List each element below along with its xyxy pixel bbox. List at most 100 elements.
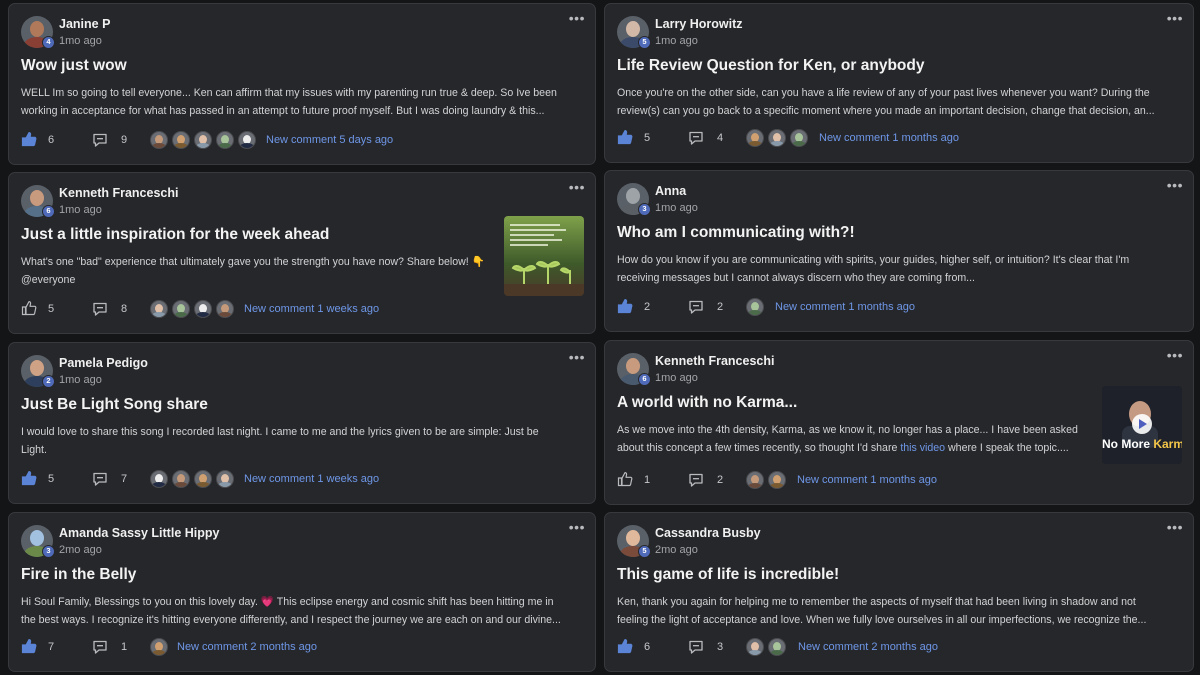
thumbs-up-icon[interactable]: [617, 471, 633, 487]
commenter-avatar[interactable]: [746, 298, 764, 316]
commenter-avatars[interactable]: [150, 300, 234, 320]
author-name[interactable]: Amanda Sassy Little Hippy: [59, 526, 219, 540]
thumbs-up-icon[interactable]: [21, 131, 37, 147]
commenter-avatar[interactable]: [768, 638, 786, 656]
commenter-avatars[interactable]: [746, 129, 808, 149]
commenter-avatar[interactable]: [150, 638, 168, 656]
commenter-avatars[interactable]: [150, 638, 168, 658]
new-comment-link[interactable]: New comment 2 months ago: [798, 641, 938, 653]
commenter-avatar[interactable]: [172, 470, 190, 488]
commenter-avatar[interactable]: [768, 471, 786, 489]
commenter-avatar[interactable]: [746, 638, 764, 656]
more-options-icon[interactable]: •••: [1167, 10, 1183, 26]
author-avatar[interactable]: 3: [617, 183, 651, 216]
commenter-avatar[interactable]: [746, 129, 764, 147]
post-card[interactable]: 3 Anna 1mo ago ••• Who am I communicating wi…: [604, 170, 1194, 332]
author-avatar[interactable]: 6: [617, 353, 651, 386]
post-title[interactable]: Life Review Question for Ken, or anybody: [617, 57, 924, 75]
commenter-avatars[interactable]: [150, 131, 256, 151]
commenter-avatar[interactable]: [768, 129, 786, 147]
thumbs-up-icon[interactable]: [21, 470, 37, 486]
commenter-avatar[interactable]: [746, 471, 764, 489]
author-avatar[interactable]: 5: [617, 525, 651, 558]
commenter-avatar[interactable]: [172, 131, 190, 149]
post-title[interactable]: A world with no Karma...: [617, 394, 797, 412]
comment-bubble-icon[interactable]: [688, 299, 704, 315]
author-name[interactable]: Cassandra Busby: [655, 526, 761, 540]
author-avatar[interactable]: 4: [21, 16, 55, 49]
commenter-avatar[interactable]: [172, 300, 190, 318]
thumbs-up-icon[interactable]: [617, 129, 633, 145]
new-comment-link[interactable]: New comment 1 months ago: [775, 301, 915, 313]
video-link[interactable]: this video: [900, 442, 945, 454]
author-avatar[interactable]: 2: [21, 355, 55, 388]
commenter-avatar[interactable]: [194, 470, 212, 488]
author-avatar[interactable]: 6: [21, 185, 55, 218]
more-options-icon[interactable]: •••: [569, 519, 585, 535]
post-title[interactable]: Fire in the Belly: [21, 566, 136, 584]
commenter-avatar[interactable]: [194, 131, 212, 149]
new-comment-link[interactable]: New comment 2 months ago: [177, 641, 317, 653]
more-options-icon[interactable]: •••: [569, 349, 585, 365]
video-thumbnail[interactable]: No More Karma?: [1102, 386, 1182, 464]
commenter-avatar[interactable]: [238, 131, 256, 149]
commenter-avatar[interactable]: [150, 131, 168, 149]
commenter-avatar[interactable]: [194, 300, 212, 318]
commenter-avatar[interactable]: [790, 129, 808, 147]
comment-bubble-icon[interactable]: [92, 471, 108, 487]
post-title[interactable]: Who am I communicating with?!: [617, 224, 855, 242]
new-comment-link[interactable]: New comment 1 weeks ago: [244, 473, 379, 485]
commenter-avatar[interactable]: [150, 470, 168, 488]
new-comment-link[interactable]: New comment 5 days ago: [266, 134, 393, 146]
more-options-icon[interactable]: •••: [1167, 519, 1183, 535]
post-card[interactable]: 6 Kenneth Franceschi 1mo ago ••• A world wit…: [604, 340, 1194, 505]
comment-bubble-icon[interactable]: [688, 472, 704, 488]
commenter-avatars[interactable]: [746, 471, 786, 491]
comment-bubble-icon[interactable]: [688, 639, 704, 655]
more-options-icon[interactable]: •••: [1167, 177, 1183, 193]
more-options-icon[interactable]: •••: [569, 10, 585, 26]
post-title[interactable]: This game of life is incredible!: [617, 566, 839, 584]
post-card[interactable]: 4 Janine P 1mo ago ••• Wow just wow WELL Im s…: [8, 3, 596, 165]
author-name[interactable]: Kenneth Franceschi: [59, 186, 178, 200]
author-name[interactable]: Pamela Pedigo: [59, 356, 148, 370]
author-avatar[interactable]: 3: [21, 525, 55, 558]
seedlings-image[interactable]: [504, 216, 584, 296]
author-name[interactable]: Larry Horowitz: [655, 17, 743, 31]
thumbs-up-icon[interactable]: [617, 638, 633, 654]
commenter-avatar[interactable]: [216, 470, 234, 488]
author-name[interactable]: Kenneth Franceschi: [655, 354, 774, 368]
post-title[interactable]: Just Be Light Song share: [21, 396, 208, 414]
author-name[interactable]: Anna: [655, 184, 686, 198]
author-name[interactable]: Janine P: [59, 17, 110, 31]
more-options-icon[interactable]: •••: [569, 179, 585, 195]
post-card[interactable]: 5 Larry Horowitz 1mo ago ••• Life Review Que…: [604, 3, 1194, 163]
post-excerpt: Ken, thank you again for helping me to r…: [617, 596, 1147, 626]
more-options-icon[interactable]: •••: [1167, 347, 1183, 363]
post-card[interactable]: 2 Pamela Pedigo 1mo ago ••• Just Be Light So…: [8, 342, 596, 504]
new-comment-link[interactable]: New comment 1 months ago: [819, 132, 959, 144]
author-avatar[interactable]: 5: [617, 16, 651, 49]
commenter-avatars[interactable]: [150, 470, 234, 490]
commenter-avatar[interactable]: [216, 300, 234, 318]
post-card[interactable]: 6 Kenneth Franceschi 1mo ago ••• Just a litt…: [8, 172, 596, 334]
commenter-avatars[interactable]: [746, 298, 764, 318]
post-card[interactable]: 5 Cassandra Busby 2mo ago ••• This game of l…: [604, 512, 1194, 672]
comment-bubble-icon[interactable]: [92, 132, 108, 148]
commenter-avatar[interactable]: [150, 300, 168, 318]
post-footer: 1 2 New comment 1 months ago: [617, 471, 1183, 491]
comment-bubble-icon[interactable]: [92, 639, 108, 655]
post-time: 2mo ago: [655, 544, 698, 556]
new-comment-link[interactable]: New comment 1 weeks ago: [244, 303, 379, 315]
thumbs-up-icon[interactable]: [21, 638, 37, 654]
thumbs-up-icon[interactable]: [21, 300, 37, 316]
post-title[interactable]: Just a little inspiration for the week a…: [21, 226, 329, 244]
post-card[interactable]: 3 Amanda Sassy Little Hippy 2mo ago ••• Fire…: [8, 512, 596, 672]
thumbs-up-icon[interactable]: [617, 298, 633, 314]
post-title[interactable]: Wow just wow: [21, 57, 127, 75]
commenter-avatar[interactable]: [216, 131, 234, 149]
commenter-avatars[interactable]: [746, 638, 786, 658]
comment-bubble-icon[interactable]: [688, 130, 704, 146]
comment-bubble-icon[interactable]: [92, 301, 108, 317]
new-comment-link[interactable]: New comment 1 months ago: [797, 474, 937, 486]
